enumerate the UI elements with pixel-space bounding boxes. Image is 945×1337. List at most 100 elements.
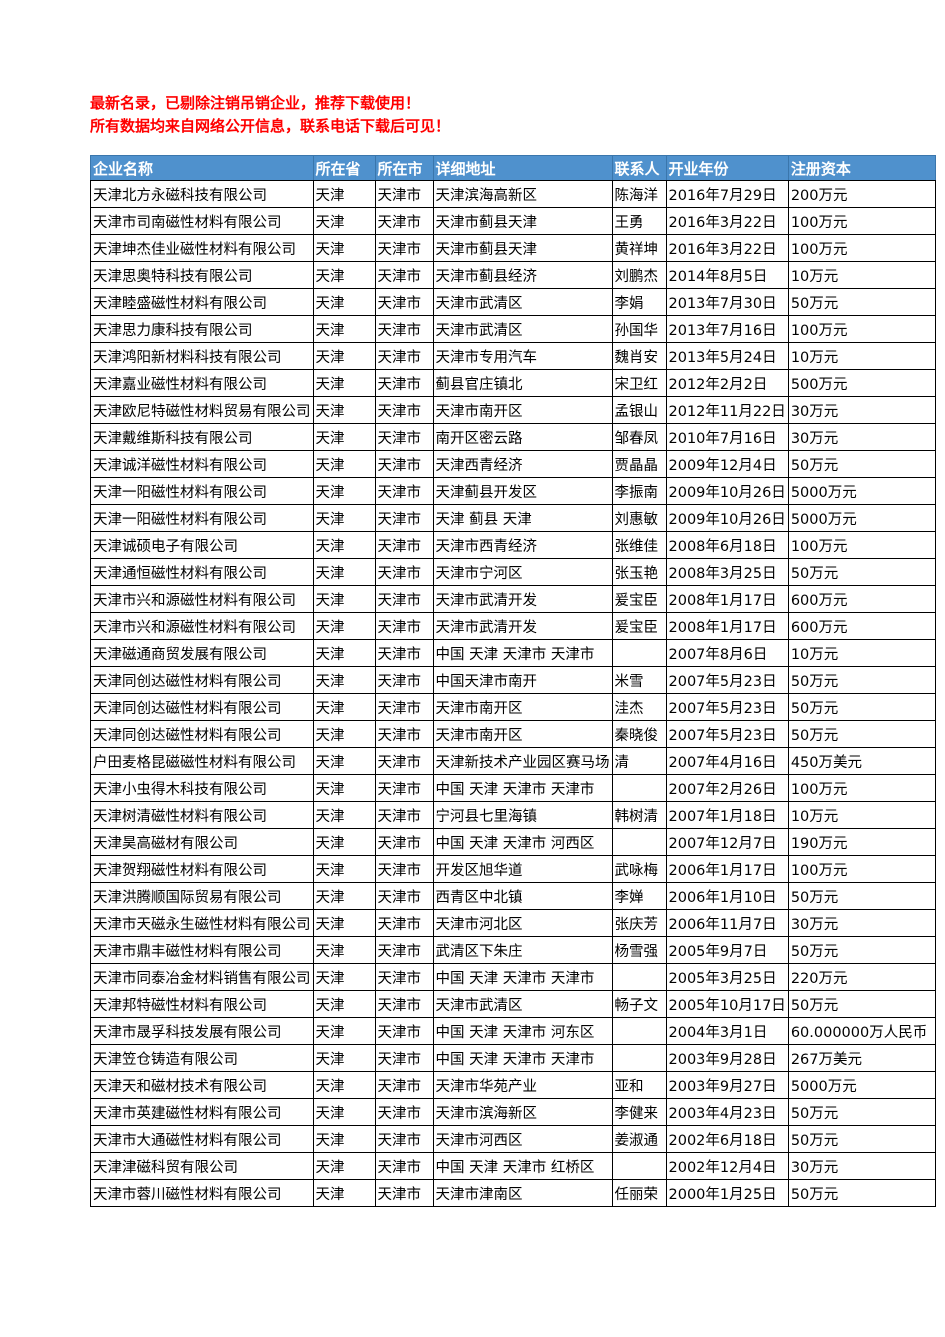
cell-registered-capital[interactable]: 200万元: [787, 180, 936, 208]
cell-address[interactable]: 天津市宁河区: [432, 558, 613, 586]
cell-open-date[interactable]: 2003年9月27日: [665, 1071, 789, 1099]
cell-company-name[interactable]: 天津市晟孚科技发展有限公司: [90, 1017, 314, 1045]
cell-address[interactable]: 天津市河西区: [432, 1125, 613, 1153]
cell-open-date[interactable]: 2007年5月23日: [665, 666, 789, 694]
cell-city[interactable]: 天津市: [374, 558, 434, 586]
cell-address[interactable]: 中国 天津 天津市 天津市: [432, 774, 613, 802]
cell-province[interactable]: 天津: [312, 531, 376, 559]
column-header-capital[interactable]: 注册资本: [787, 155, 936, 181]
cell-province[interactable]: 天津: [312, 936, 376, 964]
cell-company-name[interactable]: 天津思奥特科技有限公司: [90, 261, 314, 289]
table-row[interactable]: 天津市同泰冶金材料销售有限公司 天津 天津市 中国 天津 天津市 天津市 2005年3月…: [90, 963, 936, 991]
cell-registered-capital[interactable]: 60.000000万人民币: [787, 1017, 936, 1045]
cell-contact-person[interactable]: 张维佳: [611, 531, 667, 559]
cell-city[interactable]: 天津市: [374, 1179, 434, 1207]
cell-city[interactable]: 天津市: [374, 261, 434, 289]
cell-contact-person[interactable]: 亚和: [611, 1071, 667, 1099]
cell-province[interactable]: 天津: [312, 1098, 376, 1126]
cell-address[interactable]: 天津市武清开发: [432, 612, 613, 640]
cell-province[interactable]: 天津: [312, 1152, 376, 1180]
cell-city[interactable]: 天津市: [374, 747, 434, 775]
cell-address[interactable]: 中国 天津 天津市 天津市: [432, 963, 613, 991]
cell-open-date[interactable]: 2012年2月2日: [665, 369, 789, 397]
cell-province[interactable]: 天津: [312, 801, 376, 829]
cell-open-date[interactable]: 2000年1月25日: [665, 1179, 789, 1207]
table-row[interactable]: 天津市兴和源磁性材料有限公司 天津 天津市 天津市武清开发 爰宝臣 2008年1月17日 6…: [90, 585, 936, 613]
table-row[interactable]: 天津市英建磁性材料有限公司 天津 天津市 天津市滨海新区 李健来 2003年4月23日 50…: [90, 1098, 936, 1126]
cell-registered-capital[interactable]: 10万元: [787, 261, 936, 289]
cell-city[interactable]: 天津市: [374, 828, 434, 856]
cell-address[interactable]: 天津市武清区: [432, 288, 613, 316]
cell-province[interactable]: 天津: [312, 234, 376, 262]
cell-province[interactable]: 天津: [312, 396, 376, 424]
cell-contact-person[interactable]: 洼杰: [611, 693, 667, 721]
cell-open-date[interactable]: 2007年12月7日: [665, 828, 789, 856]
cell-contact-person[interactable]: [611, 1017, 667, 1045]
cell-province[interactable]: 天津: [312, 423, 376, 451]
cell-open-date[interactable]: 2005年3月25日: [665, 963, 789, 991]
cell-contact-person[interactable]: 宋卫红: [611, 369, 667, 397]
table-row[interactable]: 天津市司南磁性材料有限公司 天津 天津市 天津市蓟县天津 王勇 2016年3月22日 100…: [90, 207, 936, 235]
cell-contact-person[interactable]: [611, 774, 667, 802]
cell-company-name[interactable]: 天津同创达磁性材料有限公司: [90, 666, 314, 694]
cell-contact-person[interactable]: 李娟: [611, 288, 667, 316]
cell-company-name[interactable]: 天津小虫得木科技有限公司: [90, 774, 314, 802]
cell-city[interactable]: 天津市: [374, 423, 434, 451]
cell-address[interactable]: 中国天津市南开: [432, 666, 613, 694]
column-header-company-name[interactable]: 企业名称: [90, 155, 314, 181]
cell-company-name[interactable]: 天津市司南磁性材料有限公司: [90, 207, 314, 235]
cell-province[interactable]: 天津: [312, 882, 376, 910]
cell-company-name[interactable]: 天津坤杰佳业磁性材料有限公司: [90, 234, 314, 262]
cell-contact-person[interactable]: 陈海洋: [611, 180, 667, 208]
cell-province[interactable]: 天津: [312, 612, 376, 640]
cell-province[interactable]: 天津: [312, 666, 376, 694]
table-row[interactable]: 天津市晟孚科技发展有限公司 天津 天津市 中国 天津 天津市 河东区 2004年3月1日…: [90, 1017, 936, 1045]
table-row[interactable]: 天津市大通磁性材料有限公司 天津 天津市 天津市河西区 姜淑通 2002年6月18日 50万…: [90, 1125, 936, 1153]
cell-contact-person[interactable]: 张庆芳: [611, 909, 667, 937]
table-row[interactable]: 天津北方永磁科技有限公司 天津 天津市 天津滨海高新区 陈海洋 2016年7月29日 200…: [90, 180, 936, 208]
cell-contact-person[interactable]: [611, 828, 667, 856]
cell-address[interactable]: 天津市河北区: [432, 909, 613, 937]
cell-province[interactable]: 天津: [312, 585, 376, 613]
cell-registered-capital[interactable]: 50万元: [787, 666, 936, 694]
cell-city[interactable]: 天津市: [374, 585, 434, 613]
cell-company-name[interactable]: 天津市大通磁性材料有限公司: [90, 1125, 314, 1153]
cell-company-name[interactable]: 天津嘉业磁性材料有限公司: [90, 369, 314, 397]
cell-open-date[interactable]: 2005年9月7日: [665, 936, 789, 964]
cell-province[interactable]: 天津: [312, 909, 376, 937]
cell-city[interactable]: 天津市: [374, 909, 434, 937]
cell-registered-capital[interactable]: 450万美元: [787, 747, 936, 775]
cell-company-name[interactable]: 天津洪腾顺国际贸易有限公司: [90, 882, 314, 910]
table-row[interactable]: 天津小虫得木科技有限公司 天津 天津市 中国 天津 天津市 天津市 2007年2月26日…: [90, 774, 936, 802]
cell-contact-person[interactable]: 韩树清: [611, 801, 667, 829]
cell-company-name[interactable]: 天津邦特磁性材料有限公司: [90, 990, 314, 1018]
cell-open-date[interactable]: 2009年10月26日: [665, 504, 789, 532]
cell-registered-capital[interactable]: 5000万元: [787, 504, 936, 532]
cell-address[interactable]: 开发区旭华道: [432, 855, 613, 883]
cell-province[interactable]: 天津: [312, 261, 376, 289]
cell-address[interactable]: 天津蓟县开发区: [432, 477, 613, 505]
cell-registered-capital[interactable]: 50万元: [787, 882, 936, 910]
cell-company-name[interactable]: 天津昊高磁材有限公司: [90, 828, 314, 856]
cell-company-name[interactable]: 天津市同泰冶金材料销售有限公司: [90, 963, 314, 991]
cell-province[interactable]: 天津: [312, 1044, 376, 1072]
cell-company-name[interactable]: 天津笠仓铸造有限公司: [90, 1044, 314, 1072]
table-row[interactable]: 天津欧尼特磁性材料贸易有限公司 天津 天津市 天津市南开区 孟银山 2012年11月22日…: [90, 396, 936, 424]
cell-province[interactable]: 天津: [312, 639, 376, 667]
cell-contact-person[interactable]: [611, 1044, 667, 1072]
table-row[interactable]: 天津昊高磁材有限公司 天津 天津市 中国 天津 天津市 河西区 2007年12月7日 19…: [90, 828, 936, 856]
cell-province[interactable]: 天津: [312, 288, 376, 316]
cell-address[interactable]: 中国 天津 天津市 红桥区: [432, 1152, 613, 1180]
cell-address[interactable]: 天津市南开区: [432, 720, 613, 748]
cell-province[interactable]: 天津: [312, 774, 376, 802]
cell-contact-person[interactable]: 任丽荣: [611, 1179, 667, 1207]
cell-province[interactable]: 天津: [312, 315, 376, 343]
table-row[interactable]: 天津嘉业磁性材料有限公司 天津 天津市 蓟县官庄镇北 宋卫红 2012年2月2日 500万元: [90, 369, 936, 397]
cell-address[interactable]: 天津市蓟县天津: [432, 234, 613, 262]
cell-city[interactable]: 天津市: [374, 882, 434, 910]
cell-company-name[interactable]: 户田麦格昆磁磁性材料有限公司: [90, 747, 314, 775]
cell-open-date[interactable]: 2007年5月23日: [665, 693, 789, 721]
cell-company-name[interactable]: 天津磁通商贸发展有限公司: [90, 639, 314, 667]
table-row[interactable]: 户田麦格昆磁磁性材料有限公司 天津 天津市 天津新技术产业园区赛马场清 2007年4月1…: [90, 747, 936, 775]
cell-address[interactable]: 宁河县七里海镇: [432, 801, 613, 829]
